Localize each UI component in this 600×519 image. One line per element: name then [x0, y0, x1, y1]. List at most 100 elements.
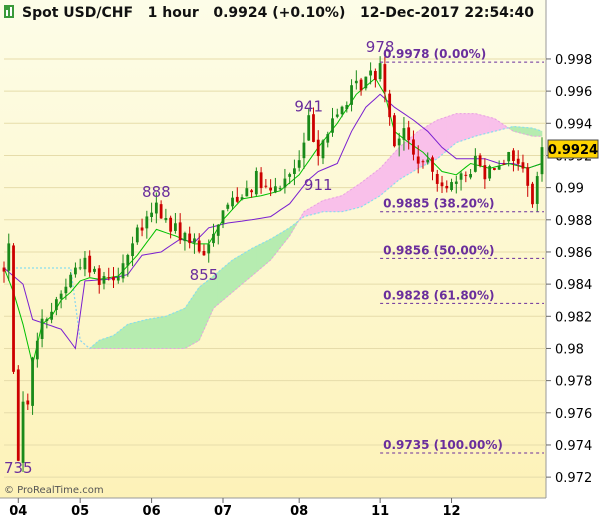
bars-icon-bar-2 — [10, 7, 12, 16]
candle-body — [469, 174, 472, 178]
candle-body — [393, 115, 396, 147]
candle-body — [197, 240, 201, 252]
candle-body — [412, 139, 415, 155]
swing-label-855: 855 — [190, 266, 219, 284]
candle-body — [312, 114, 315, 142]
cloud-segment — [398, 142, 405, 181]
candle-body — [502, 163, 506, 165]
candle-body — [369, 70, 373, 76]
cloud-segment — [141, 319, 148, 349]
candle-body — [331, 118, 334, 133]
cloud-segment — [375, 167, 381, 200]
cloud-segment — [479, 114, 486, 136]
candle-body — [426, 159, 430, 163]
candle-body — [321, 140, 325, 159]
x-tick-label-12: 12 — [442, 504, 460, 519]
candle-body — [350, 85, 353, 105]
candle-body — [207, 244, 211, 254]
cloud-segment — [184, 300, 190, 349]
candle-body — [450, 182, 453, 190]
candle-body — [378, 63, 382, 80]
cloud-segment — [251, 245, 257, 277]
candle-body — [354, 80, 358, 84]
cloud-segment — [360, 178, 367, 208]
price-chart[interactable]: 0.9978 (0.00%) 0.9885 (38.20%) 0.9856 (50.… — [0, 0, 600, 519]
candle-body — [293, 168, 296, 175]
candle-body — [21, 401, 25, 463]
cloud-segment — [189, 293, 195, 347]
candle-body — [459, 173, 463, 180]
candle-body — [335, 114, 339, 117]
cloud-segment — [117, 327, 124, 349]
y-tick-label-12: 0.996 — [555, 85, 592, 100]
candle-body — [59, 293, 63, 299]
cloud-segment — [379, 162, 386, 197]
candle-body — [83, 257, 87, 270]
cloud-segment — [236, 253, 243, 289]
title-change: (+0.10%) — [272, 5, 345, 21]
x-tick-label-04: 04 — [9, 504, 27, 519]
candle-body — [164, 218, 168, 221]
candle-body — [126, 254, 130, 266]
x-tick-label-08: 08 — [290, 504, 308, 519]
candle-body — [473, 155, 477, 172]
title-timeframe: 1 hour — [148, 5, 199, 21]
candle-body — [240, 197, 244, 200]
candle-body — [178, 222, 182, 241]
cloud-segment — [470, 113, 476, 139]
cloud-segment — [146, 318, 152, 349]
candle-body — [316, 139, 320, 157]
candle-body — [145, 216, 149, 229]
candle-body — [492, 168, 496, 170]
title-datetime: 12-Dec-2017 22:54:40 — [360, 5, 534, 21]
chart-header: Spot USD/CHF 1 hour 0.9924 (+0.10%) 12-D… — [4, 5, 534, 21]
candle-body — [307, 115, 311, 141]
candle-body — [235, 196, 239, 202]
candle-body — [407, 127, 411, 141]
candle-body — [216, 224, 220, 236]
cloud-segment — [160, 315, 167, 349]
y-tick-label-4: 0.98 — [555, 342, 584, 357]
candle-body — [416, 156, 420, 164]
cloud-segment — [356, 182, 362, 209]
cloud-segment — [194, 286, 200, 344]
candle-body — [102, 276, 106, 284]
candle-body — [16, 369, 20, 461]
cloud-segment — [156, 316, 162, 349]
candle-body — [431, 157, 434, 172]
candle-body — [345, 105, 349, 110]
fib-level-label-2: 0.9856 (50.00%) — [383, 243, 494, 257]
cloud-segment — [217, 267, 224, 305]
cloud-segment — [260, 241, 267, 269]
candle-body — [107, 277, 111, 279]
cloud-segment — [389, 151, 395, 189]
cloud-segment — [341, 191, 348, 213]
candle-body — [135, 227, 139, 243]
candle-body — [283, 178, 287, 188]
candle-body — [173, 223, 177, 231]
candle-body — [278, 188, 282, 190]
candle-body — [259, 172, 263, 189]
candle-body — [183, 232, 187, 242]
candle-body — [535, 176, 539, 204]
cloud-segment — [365, 174, 371, 205]
candle-body — [516, 158, 520, 164]
fib-level-label-4: 0.9735 (100.00%) — [383, 438, 503, 452]
candle-body — [193, 238, 196, 243]
chart-root: 0.9978 (0.00%) 0.9885 (38.20%) 0.9856 (50.… — [0, 0, 600, 519]
y-tick-label-0: 0.972 — [555, 471, 592, 486]
candle-body — [383, 64, 387, 92]
candle-body — [188, 233, 192, 244]
cloud-segment — [489, 116, 495, 133]
candle-body — [121, 263, 125, 279]
candle-body — [212, 233, 215, 244]
cloud-segment — [175, 309, 181, 349]
swing-label-978: 978 — [366, 38, 395, 56]
cloud-segment — [165, 313, 171, 349]
bars-icon — [4, 5, 14, 18]
title-symbol: Spot USD/CHF — [22, 5, 133, 21]
candle-body — [540, 147, 544, 175]
candle-body — [264, 185, 268, 187]
cloud-segment — [322, 198, 329, 213]
candle-body — [507, 152, 511, 162]
